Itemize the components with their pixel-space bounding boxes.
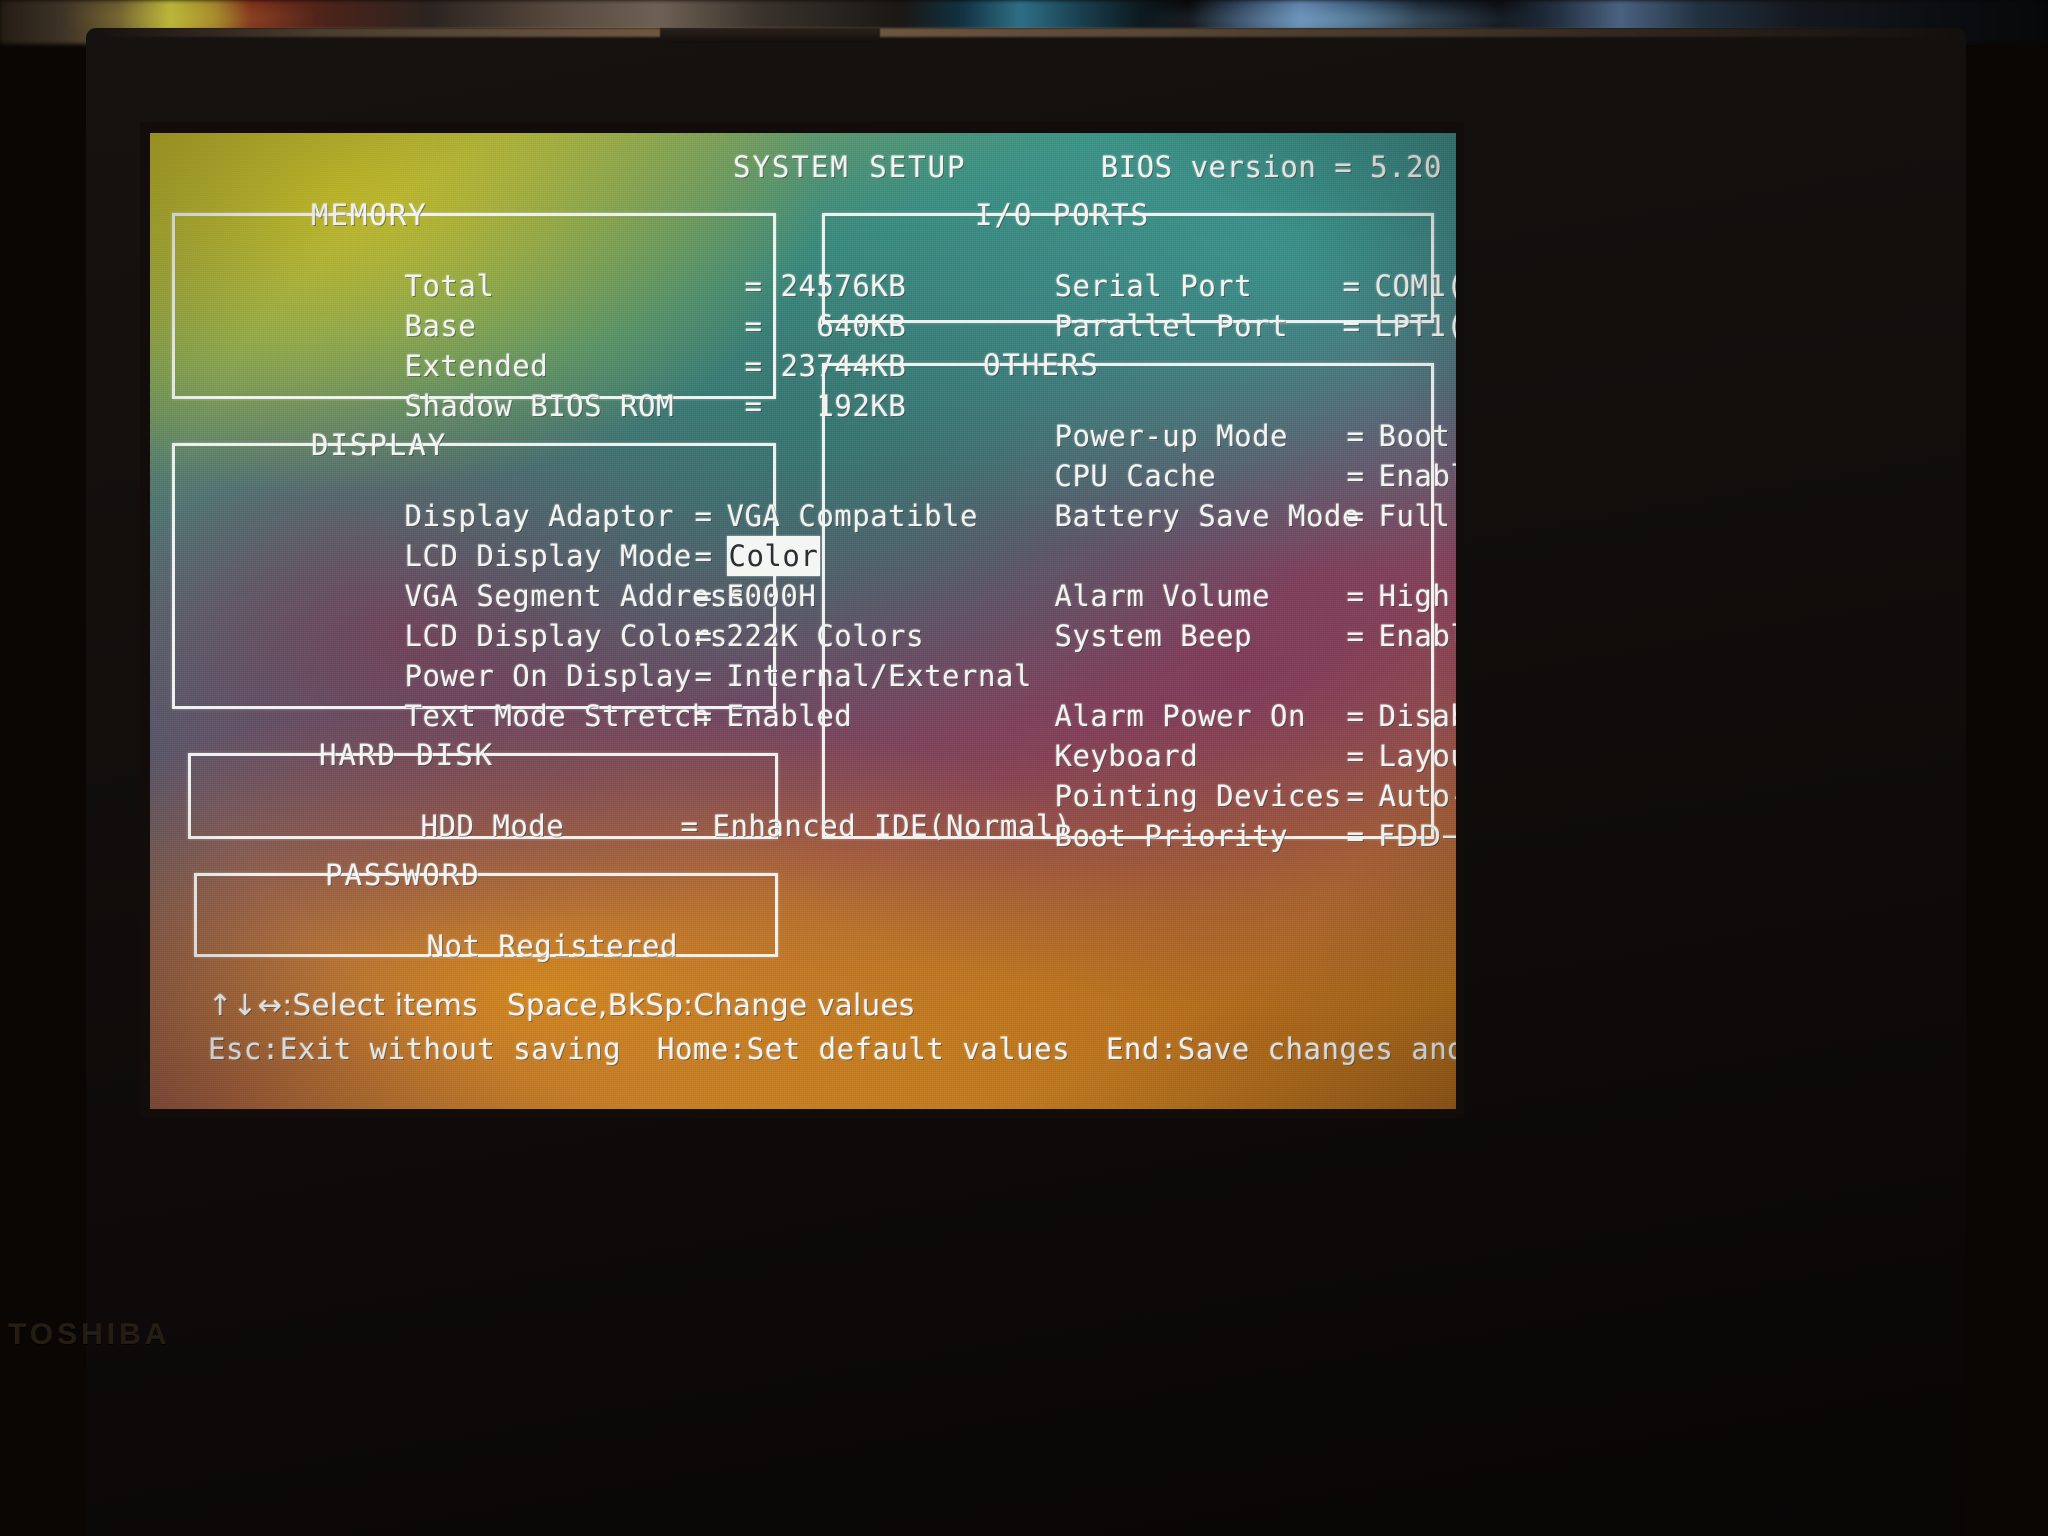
row-vga-segment-address[interactable]: VGA Segment Address= E000H: [189, 536, 816, 613]
row-memory-total: Total = 24576KB: [189, 226, 906, 303]
row-power-up-mode[interactable]: Power-up Mode = Boot: [839, 376, 1450, 453]
bios-header: SYSTEM SETUP BIOS version = 5.20: [150, 147, 1456, 187]
section-io-ports: I/O PORTS Serial Port=COM1(IRQ4/3F8H) Pa…: [822, 198, 1456, 343]
eq-parallel-port: =: [1342, 309, 1361, 343]
laptop-photo: TOSHIBA SYSTEM SETUP BIOS version = 5.20…: [0, 0, 2048, 1536]
row-cpu-cache[interactable]: CPU Cache=Enabled: [839, 416, 1456, 493]
section-memory-rows: Total = 24576KB Base = 640KB Extended = 23744…: [189, 226, 906, 423]
section-hard-disk-legend: HARD DISK: [319, 738, 495, 772]
label-text-mode-stretch: Text Mode Stretch: [404, 699, 710, 733]
row-alarm-volume[interactable]: Alarm Volume = High: [839, 536, 1450, 613]
row-text-mode-stretch[interactable]: Text Mode Stretch= Enabled: [189, 656, 852, 733]
eq-text-mode-stretch: =: [694, 699, 713, 733]
value-password-status[interactable]: Not Registered: [427, 926, 678, 966]
room-glow-left: [60, 0, 320, 30]
bios-version-label: BIOS version = 5.20: [1100, 150, 1442, 184]
row-system-beep[interactable]: System Beep=Enabled: [839, 576, 1456, 653]
label-parallel-port: Parallel Port: [1054, 309, 1288, 343]
row-spacer-1: [839, 496, 1421, 536]
eq-boot-priority: =: [1346, 819, 1365, 853]
section-io-ports-legend: I/O PORTS: [975, 198, 1151, 232]
label-memory-shadow-bios-rom: Shadow BIOS ROM: [404, 389, 674, 423]
help-line-exit-default-save: Esc:Exit without saving Home:Set default…: [208, 1032, 1456, 1066]
bios-setup-content: SYSTEM SETUP BIOS version = 5.20 MEMORY …: [150, 133, 1456, 1109]
help-line-select-change: ↑↓↔:Select items Space,BkSp:Change value…: [208, 988, 915, 1022]
row-power-on-display[interactable]: Power On Display= Internal/External: [189, 616, 1032, 693]
toshiba-brand-logo: TOSHIBA: [8, 1318, 171, 1351]
row-parallel-port[interactable]: Parallel Port = LPT1(378H): [839, 266, 1456, 343]
row-display-adaptor[interactable]: Display Adaptor = VGA Compatible: [189, 456, 978, 533]
section-others-legend: OTHERS: [983, 348, 1100, 382]
row-boot-priority[interactable]: Boot Priority = FDD→HDD: [839, 776, 1456, 853]
lid-top-edge: [96, 28, 1954, 37]
label-boot-priority: Boot Priority: [1054, 819, 1288, 853]
row-spacer-2: [839, 616, 1421, 656]
bios-screen: SYSTEM SETUP BIOS version = 5.20 MEMORY …: [150, 133, 1456, 1109]
row-alarm-power-on[interactable]: Alarm Power On=Disabled: [839, 656, 1456, 733]
row-memory-extended: Extended = 23744KB: [189, 306, 906, 383]
row-lcd-display-mode[interactable]: LCD Display Mode= Color: [189, 496, 821, 576]
section-display: DISPLAY Display Adaptor = VGA Compatible L…: [172, 428, 1032, 733]
section-memory: MEMORY Total = 24576KB Base = 640KB Extende…: [172, 198, 906, 423]
label-hdd-mode: HDD Mode: [420, 809, 565, 843]
section-memory-legend: MEMORY: [311, 198, 428, 232]
row-keyboard[interactable]: Keyboard=Layout/Fn: [839, 696, 1456, 773]
row-memory-base: Base = 640KB: [189, 266, 906, 343]
lid-latch: [660, 28, 880, 42]
row-battery-save-mode[interactable]: Battery Save Mode=Full Power: [839, 456, 1450, 533]
page-title: SYSTEM SETUP: [733, 150, 967, 184]
row-pointing-devices[interactable]: Pointing Devices=Auto-Selected: [839, 736, 1456, 813]
section-others: OTHERS Power-up Mode = Boot CPU Cache = Enab…: [822, 348, 1456, 853]
section-password: PASSWORD Not Registered: [194, 858, 778, 963]
section-display-legend: DISPLAY: [311, 428, 448, 462]
row-memory-shadow-bios-rom: Shadow BIOS ROM = 192KB: [189, 346, 906, 423]
value-parallel-port[interactable]: LPT1(378H): [1375, 306, 1456, 346]
section-others-rows: Power-up Mode=Boot CPU Cache=Enabled Bat…: [839, 376, 1456, 853]
section-hard-disk: HARD DISK HDD Mode = Enhanced IDE(Normal): [188, 738, 1071, 843]
value-boot-priority[interactable]: FDD→HDD: [1379, 816, 1456, 856]
row-lcd-display-colors[interactable]: LCD Display Colors= 222K Colors: [189, 576, 924, 653]
section-io-ports-rows: Serial Port=COM1(IRQ4/3F8H) Parallel Por…: [839, 226, 1456, 343]
section-display-rows: Display Adaptor = VGA Compatible LCD Displ…: [189, 456, 1032, 733]
eq-hdd-mode: =: [680, 809, 699, 843]
section-password-legend: PASSWORD: [325, 858, 481, 892]
help-footer: ↑↓↔:Select items Space,BkSp:Change value…: [150, 985, 1456, 1073]
eq-memory-shadow-bios-rom: =: [744, 389, 763, 423]
